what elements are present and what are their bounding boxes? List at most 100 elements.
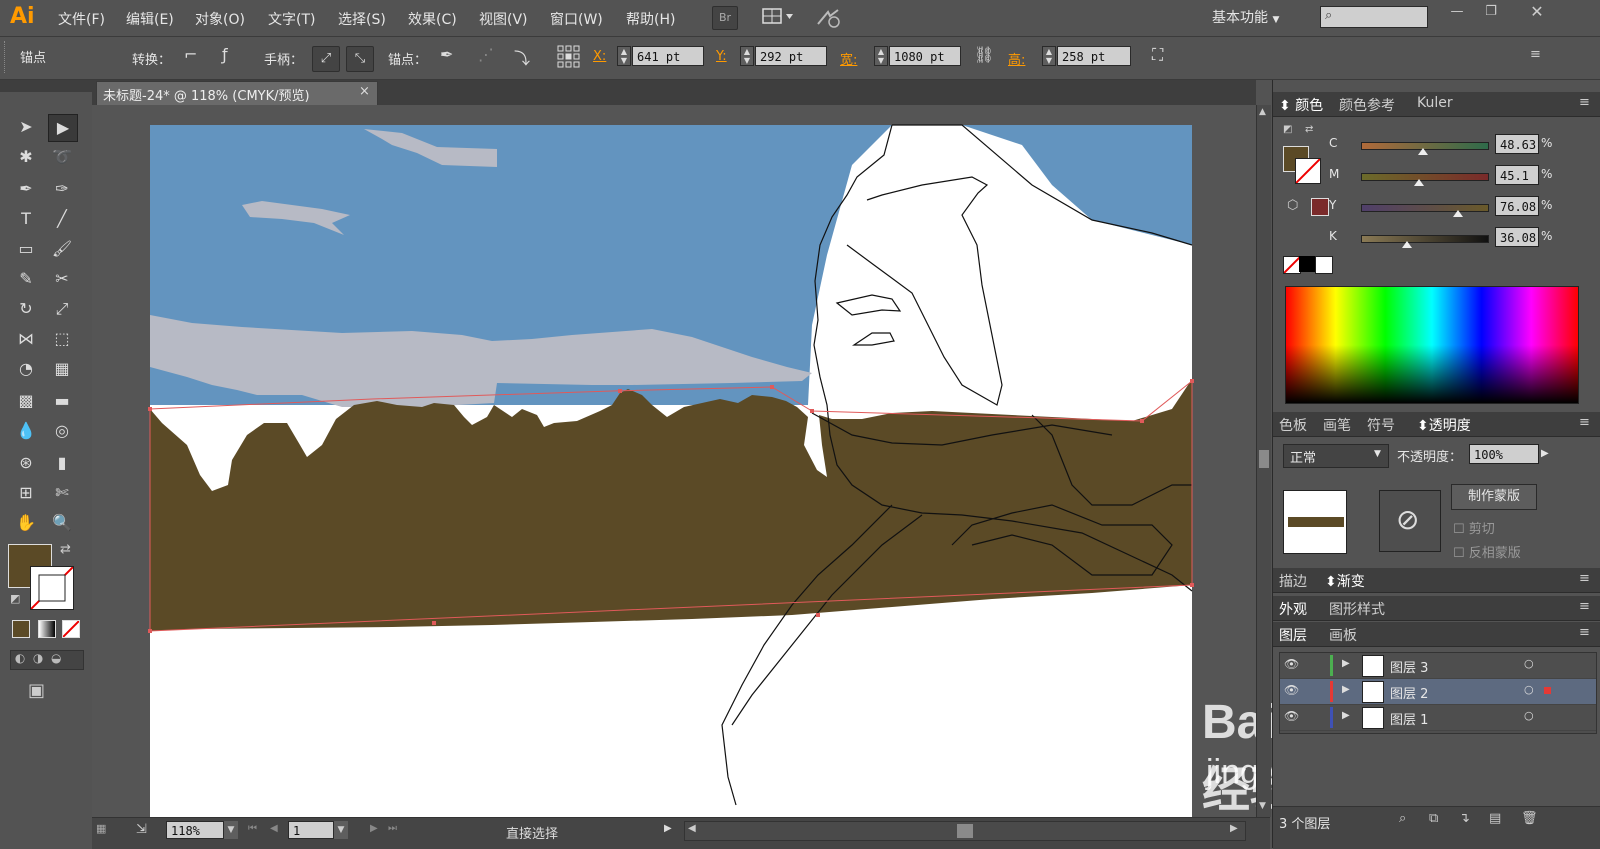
tab-artboards[interactable]: 画板 <box>1329 625 1357 645</box>
menu-file[interactable]: 文件(F) <box>58 9 105 29</box>
swap-icon[interactable]: ⇄ <box>1305 124 1313 135</box>
first-artboard-icon[interactable]: ⏮ <box>248 823 257 834</box>
opacity-field[interactable]: 100% <box>1469 444 1539 464</box>
gradient-mode-icon[interactable] <box>38 620 56 638</box>
delete-layer-icon[interactable]: 🗑 <box>1521 811 1538 826</box>
stroke-swatch[interactable] <box>30 566 74 610</box>
layer-row[interactable]: 👁 ▶ 图层 3 ○ <box>1280 653 1596 679</box>
color-mode-icon[interactable] <box>12 620 30 638</box>
eyedropper-tool-icon[interactable]: 💧 <box>12 418 40 444</box>
status-menu-icon[interactable]: ▶ <box>664 823 672 834</box>
gpu-icon[interactable]: ▦ <box>96 822 122 840</box>
tab-graphic-styles[interactable]: 图形样式 <box>1329 599 1385 619</box>
workspace-switcher[interactable]: 基本功能 ▼ <box>1212 7 1279 27</box>
none-mode-icon[interactable] <box>62 620 80 638</box>
panel-menu-icon[interactable]: ≡ <box>1579 625 1590 640</box>
artboard-dropdown-icon[interactable]: ▼ <box>334 821 348 839</box>
magenta-value-field[interactable]: 45.1 <box>1495 165 1539 185</box>
zoom-field[interactable]: 118% <box>166 821 224 839</box>
menu-select[interactable]: 选择(S) <box>338 9 386 29</box>
arrange-documents-icon[interactable] <box>762 7 796 27</box>
gradient-tool-icon[interactable]: ▬ <box>48 388 76 414</box>
color-spectrum[interactable] <box>1285 286 1579 404</box>
menu-edit[interactable]: 编辑(E) <box>126 9 174 29</box>
blend-mode-select[interactable]: 正常 ▼ <box>1283 444 1389 468</box>
perspective-grid-tool-icon[interactable]: ▦ <box>48 356 76 382</box>
canvas-area[interactable]: Baidu经验 jingyan.baidu.com <box>92 105 1480 817</box>
expand-layer-icon[interactable]: ▶ <box>1342 710 1350 721</box>
tab-color[interactable]: ⬍ 颜色 <box>1279 95 1323 115</box>
pencil-tool-icon[interactable]: ✎ <box>12 266 40 292</box>
mask-thumbnail[interactable]: ⊘ <box>1379 490 1441 552</box>
tab-color-guide[interactable]: 颜色参考 <box>1339 95 1395 115</box>
search-input[interactable]: ⌕ <box>1320 6 1428 28</box>
export-icon[interactable]: ⇲ <box>136 822 147 837</box>
type-tool-icon[interactable]: T <box>12 206 40 232</box>
y-field[interactable]: 292 pt <box>755 46 827 66</box>
new-layer-icon[interactable]: ▤ <box>1489 811 1501 826</box>
mesh-tool-icon[interactable]: ▩ <box>12 388 40 414</box>
convert-to-corner-icon[interactable]: ⌐ <box>184 45 208 69</box>
scroll-down-icon[interactable]: ▼ <box>1259 801 1266 811</box>
zoom-dropdown-icon[interactable]: ▼ <box>224 821 238 839</box>
prev-artboard-icon[interactable]: ◀ <box>270 823 278 834</box>
width-stepper[interactable]: ▲ ▼ <box>874 46 888 66</box>
layer-row[interactable]: 👁 ▶ 图层 2 ○ <box>1280 679 1596 705</box>
menu-effect[interactable]: 效果(C) <box>408 9 457 29</box>
horizontal-scrollbar[interactable]: ◀ ▶ <box>684 821 1246 841</box>
panel-menu-icon[interactable]: ≡ <box>1530 47 1550 67</box>
line-tool-icon[interactable]: ╱ <box>48 206 76 232</box>
magenta-slider-thumb[interactable] <box>1414 179 1424 186</box>
tab-brushes[interactable]: 画笔 <box>1323 415 1351 435</box>
panel-menu-icon[interactable]: ≡ <box>1579 95 1590 110</box>
width-tool-icon[interactable]: ⋈ <box>12 326 40 352</box>
x-stepper[interactable]: ▲ ▼ <box>617 46 631 66</box>
height-field[interactable]: 258 pt <box>1057 46 1131 66</box>
reference-point-icon[interactable] <box>556 44 582 70</box>
width-field[interactable]: 1080 pt <box>889 46 961 66</box>
selection-tool-icon[interactable]: ➤ <box>12 114 40 140</box>
x-field[interactable]: 641 pt <box>632 46 704 66</box>
magenta-slider[interactable] <box>1361 173 1489 181</box>
default-colors-icon[interactable]: ◩ <box>10 592 20 605</box>
y-stepper[interactable]: ▲ ▼ <box>740 46 754 66</box>
tab-layers[interactable]: 图层 <box>1279 625 1307 645</box>
make-mask-button[interactable]: 制作蒙版 <box>1451 484 1537 510</box>
target-circle-icon[interactable]: ○ <box>1524 709 1534 722</box>
black-value-field[interactable]: 36.08 <box>1495 227 1539 247</box>
web-safe-swatch[interactable] <box>1311 198 1329 216</box>
cut-path-icon[interactable]: ⤵ <box>514 45 538 69</box>
scissors-tool-icon[interactable]: ✂ <box>48 266 76 292</box>
drawing-modes-icon[interactable]: ◐ ◑ ◒ <box>10 650 84 670</box>
scale-tool-icon[interactable]: ⤢ <box>48 296 76 322</box>
hide-handles-icon[interactable]: ⤡ <box>346 46 374 72</box>
rotate-tool-icon[interactable]: ↻ <box>12 296 40 322</box>
visibility-eye-icon[interactable]: 👁 <box>1284 657 1299 671</box>
rectangle-tool-icon[interactable]: ▭ <box>12 236 40 262</box>
last-artboard-icon[interactable]: ⏭ <box>388 823 397 834</box>
artboard-tool-icon[interactable]: ⊞ <box>12 480 40 506</box>
vertical-scrollbar[interactable]: ▲ ▼ <box>1256 105 1271 817</box>
opacity-slider-icon[interactable]: ▶ <box>1541 448 1549 459</box>
horizontal-scroll-thumb[interactable] <box>957 824 973 838</box>
restore-icon[interactable]: ❐ <box>1480 4 1502 22</box>
target-circle-icon[interactable]: ○ <box>1524 683 1534 696</box>
new-sublayer-icon[interactable]: ↴ <box>1459 811 1470 826</box>
hand-tool-icon[interactable]: ✋ <box>12 510 40 536</box>
artboard-field[interactable]: 1 <box>288 821 334 839</box>
expand-layer-icon[interactable]: ▶ <box>1342 658 1350 669</box>
next-artboard-icon[interactable]: ▶ <box>370 823 378 834</box>
paintbrush-tool-icon[interactable]: 🖌 <box>48 236 76 262</box>
transform-icon[interactable]: ⛶ <box>1152 45 1176 69</box>
yellow-value-field[interactable]: 76.08 <box>1495 196 1539 216</box>
yellow-slider[interactable] <box>1361 204 1489 212</box>
invert-mask-checkbox[interactable]: ☐ 反相蒙版 <box>1453 542 1521 561</box>
cyan-slider-thumb[interactable] <box>1418 148 1428 155</box>
screen-mode-icon[interactable]: ▣ <box>28 680 45 701</box>
tab-appearance[interactable]: 外观 <box>1279 599 1307 619</box>
menu-window[interactable]: 窗口(W) <box>550 9 603 29</box>
bridge-button[interactable]: Br <box>712 6 738 30</box>
magic-wand-tool-icon[interactable]: ✱ <box>12 144 40 170</box>
tab-stroke[interactable]: 描边 <box>1279 571 1307 591</box>
layer-row[interactable]: 👁 ▶ 图层 1 ○ <box>1280 705 1596 731</box>
